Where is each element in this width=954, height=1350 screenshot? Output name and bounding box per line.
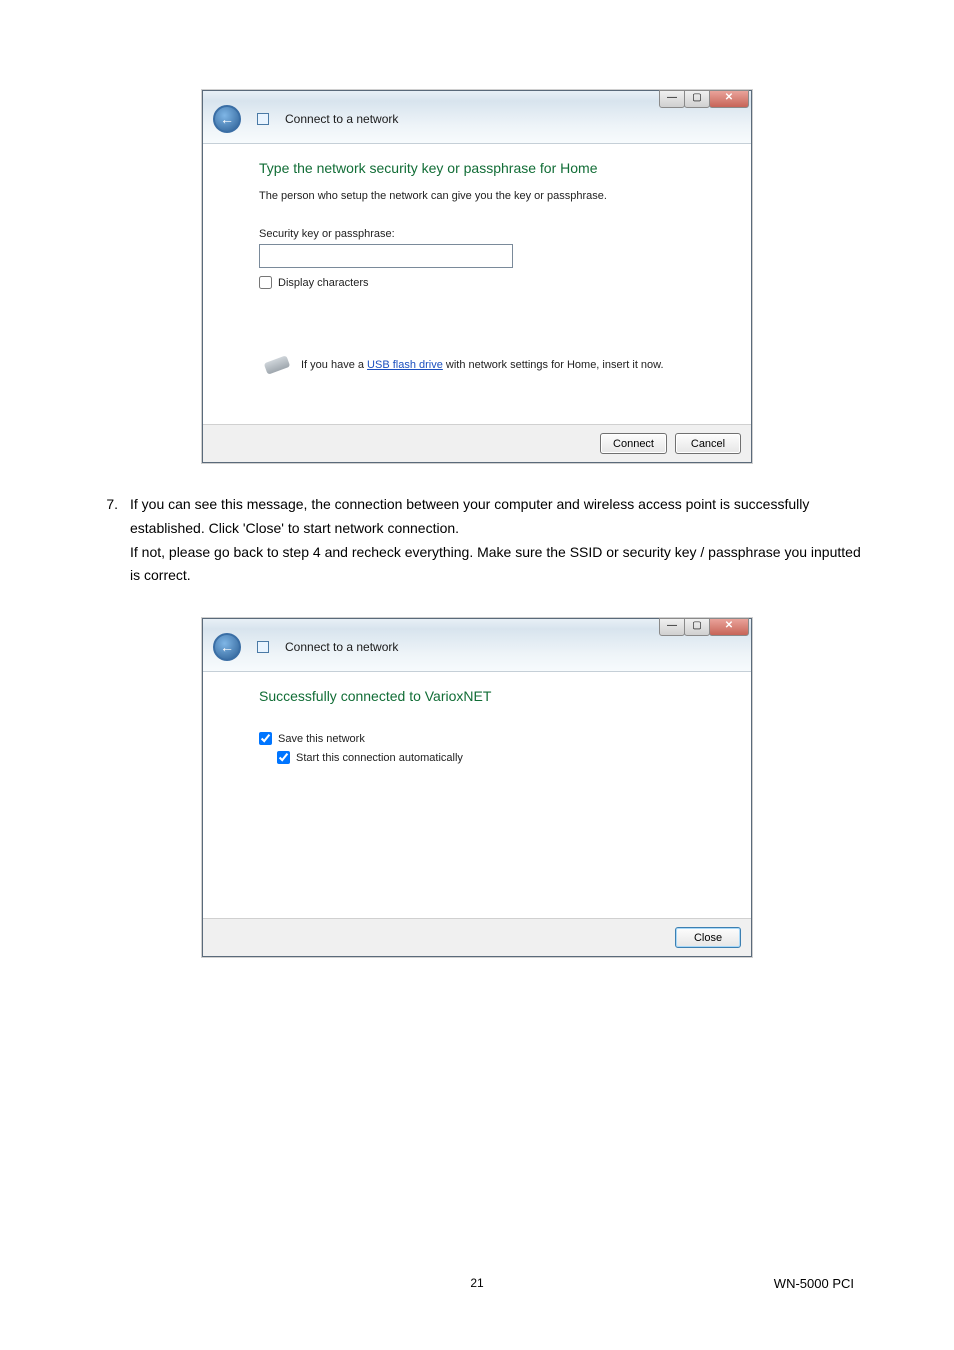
window-controls: — ▢ ✕ xyxy=(660,618,749,636)
auto-start-label: Start this connection automatically xyxy=(296,752,463,764)
close-button[interactable]: ✕ xyxy=(709,618,749,636)
dialog-title: Connect to a network xyxy=(285,112,398,126)
titlebar: — ▢ ✕ xyxy=(203,619,751,629)
dialog-heading: Successfully connected to VarioxNET xyxy=(259,688,723,704)
instruction-step-7: 7. If you can see this message, the conn… xyxy=(80,493,874,588)
usb-hint-post: with network settings for Home, insert i… xyxy=(443,359,664,371)
auto-start-checkbox[interactable] xyxy=(277,751,290,764)
back-button[interactable]: ← xyxy=(213,105,241,133)
window-controls: — ▢ ✕ xyxy=(660,90,749,108)
dialog-subtext: The person who setup the network can giv… xyxy=(259,190,723,202)
dialog-footer: Connect Cancel xyxy=(203,424,751,462)
usb-hint: If you have a USB flash drive with netwo… xyxy=(265,359,723,371)
minimize-button[interactable]: — xyxy=(659,90,685,108)
minimize-button[interactable]: — xyxy=(659,618,685,636)
connect-button[interactable]: Connect xyxy=(600,433,667,454)
usb-hint-pre: If you have a xyxy=(301,359,367,371)
page-footer: WN-5000 PCI 21 xyxy=(0,1276,954,1290)
close-button[interactable]: Close xyxy=(675,927,741,948)
usb-flash-drive-link[interactable]: USB flash drive xyxy=(367,359,443,371)
save-network-checkbox[interactable] xyxy=(259,732,272,745)
display-characters-checkbox[interactable] xyxy=(259,276,272,289)
close-button[interactable]: ✕ xyxy=(709,90,749,108)
model-label: WN-5000 PCI xyxy=(774,1276,854,1291)
network-icon xyxy=(255,639,271,655)
dialog-heading: Type the network security key or passphr… xyxy=(259,160,723,176)
dialog-body: Successfully connected to VarioxNET Save… xyxy=(203,672,751,918)
security-key-dialog: — ▢ ✕ ← Connect to a network Type the ne… xyxy=(202,90,752,463)
cancel-button[interactable]: Cancel xyxy=(675,433,741,454)
passphrase-input[interactable] xyxy=(259,244,513,268)
back-button[interactable]: ← xyxy=(213,633,241,661)
step-text-line1: If you can see this message, the connect… xyxy=(130,496,809,536)
step-text-line2: If not, please go back to step 4 and rec… xyxy=(130,544,861,584)
maximize-button[interactable]: ▢ xyxy=(684,90,710,108)
dialog-body: Type the network security key or passphr… xyxy=(203,144,751,424)
network-icon xyxy=(255,111,271,127)
success-dialog: — ▢ ✕ ← Connect to a network Successfull… xyxy=(202,618,752,957)
step-number: 7. xyxy=(80,493,130,588)
usb-drive-icon xyxy=(264,355,291,374)
display-characters-label: Display characters xyxy=(278,277,368,289)
maximize-button[interactable]: ▢ xyxy=(684,618,710,636)
passphrase-label: Security key or passphrase: xyxy=(259,228,723,240)
save-network-label: Save this network xyxy=(278,733,365,745)
dialog-title: Connect to a network xyxy=(285,640,398,654)
dialog-footer: Close xyxy=(203,918,751,956)
titlebar: — ▢ ✕ xyxy=(203,91,751,101)
